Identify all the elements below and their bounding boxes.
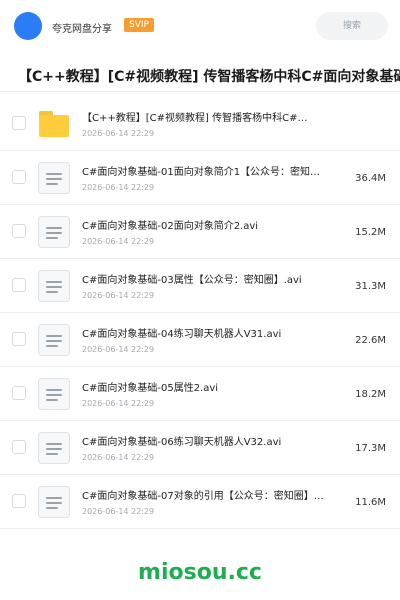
file-date: 2026-06-14 22:29: [82, 183, 155, 192]
file-date: 2026-06-14 22:29: [82, 453, 155, 462]
file-name[interactable]: C#面向对象基础-01面向对象简介1【公众号：密知…: [82, 163, 340, 178]
file-size: 31.3M: [355, 281, 386, 292]
avatar[interactable]: [14, 12, 42, 40]
file-date: 2026-06-14 22:29: [82, 507, 155, 516]
file-size: 11.6M: [355, 497, 386, 508]
list-item[interactable]: C#面向对象基础-01面向对象简介1【公众号：密知… 2026-06-14 22:…: [0, 151, 400, 205]
file-name[interactable]: 【C++教程】[C#视频教程] 传智播客杨中科C#…: [82, 109, 340, 124]
file-name[interactable]: C#面向对象基础-03属性【公众号：密知圈】.avi: [82, 271, 340, 286]
file-date: 2026-06-14 22:29: [82, 237, 155, 246]
file-name[interactable]: C#面向对象基础-04练习聊天机器人V31.avi: [82, 325, 340, 340]
file-list: 【C++教程】[C#视频教程] 传智播客杨中科C#… 2026-06-14 22:…: [0, 97, 400, 529]
username: 夸克网盘分享: [52, 24, 112, 35]
file-size: 15.2M: [355, 227, 386, 238]
list-item[interactable]: C#面向对象基础-04练习聊天机器人V31.avi 2026-06-14 22:2…: [0, 313, 400, 367]
checkbox[interactable]: [12, 116, 26, 130]
checkbox[interactable]: [12, 386, 26, 400]
list-item[interactable]: C#面向对象基础-05属性2.avi 2026-06-14 22:29 18.2M: [0, 367, 400, 421]
file-name[interactable]: C#面向对象基础-02面向对象简介2.avi: [82, 217, 340, 232]
file-size: 36.4M: [355, 173, 386, 184]
file-name[interactable]: C#面向对象基础-06练习聊天机器人V32.avi: [82, 433, 340, 448]
checkbox[interactable]: [12, 440, 26, 454]
list-item[interactable]: C#面向对象基础-02面向对象简介2.avi 2026-06-14 22:29 15…: [0, 205, 400, 259]
checkbox[interactable]: [12, 278, 26, 292]
document-icon: [38, 270, 70, 302]
svip-badge: SVIP: [124, 18, 154, 32]
checkbox[interactable]: [12, 170, 26, 184]
list-item[interactable]: C#面向对象基础-03属性【公众号：密知圈】.avi 2026-06-14 22:…: [0, 259, 400, 313]
file-name[interactable]: C#面向对象基础-05属性2.avi: [82, 379, 340, 394]
page-title: 【C++教程】[C#视频教程] 传智播客杨中科C#面向对象基础: [18, 69, 400, 85]
file-size: 18.2M: [355, 389, 386, 400]
watermark: miosou.cc: [138, 560, 262, 585]
list-item[interactable]: 【C++教程】[C#视频教程] 传智播客杨中科C#… 2026-06-14 22:…: [0, 97, 400, 151]
checkbox[interactable]: [12, 332, 26, 346]
document-icon: [38, 324, 70, 356]
file-date: 2026-06-14 22:29: [82, 129, 155, 138]
header: 夸克网盘分享 SVIP 搜索: [0, 0, 400, 52]
document-icon: [38, 486, 70, 518]
document-icon: [38, 432, 70, 464]
search-input[interactable]: 搜索: [316, 12, 388, 40]
title-bar: 【C++教程】[C#视频教程] 传智播客杨中科C#面向对象基础: [0, 60, 400, 92]
document-icon: [38, 216, 70, 248]
file-date: 2026-06-14 22:29: [82, 291, 155, 300]
folder-icon: [38, 108, 70, 140]
checkbox[interactable]: [12, 494, 26, 508]
file-name[interactable]: C#面向对象基础-07对象的引用【公众号：密知圈】…: [82, 487, 340, 502]
document-icon: [38, 378, 70, 410]
list-item[interactable]: C#面向对象基础-06练习聊天机器人V32.avi 2026-06-14 22:2…: [0, 421, 400, 475]
file-date: 2026-06-14 22:29: [82, 345, 155, 354]
list-item[interactable]: C#面向对象基础-07对象的引用【公众号：密知圈】… 2026-06-14 22:…: [0, 475, 400, 529]
file-size: 17.3M: [355, 443, 386, 454]
file-date: 2026-06-14 22:29: [82, 399, 155, 408]
checkbox[interactable]: [12, 224, 26, 238]
file-size: 22.6M: [355, 335, 386, 346]
document-icon: [38, 162, 70, 194]
